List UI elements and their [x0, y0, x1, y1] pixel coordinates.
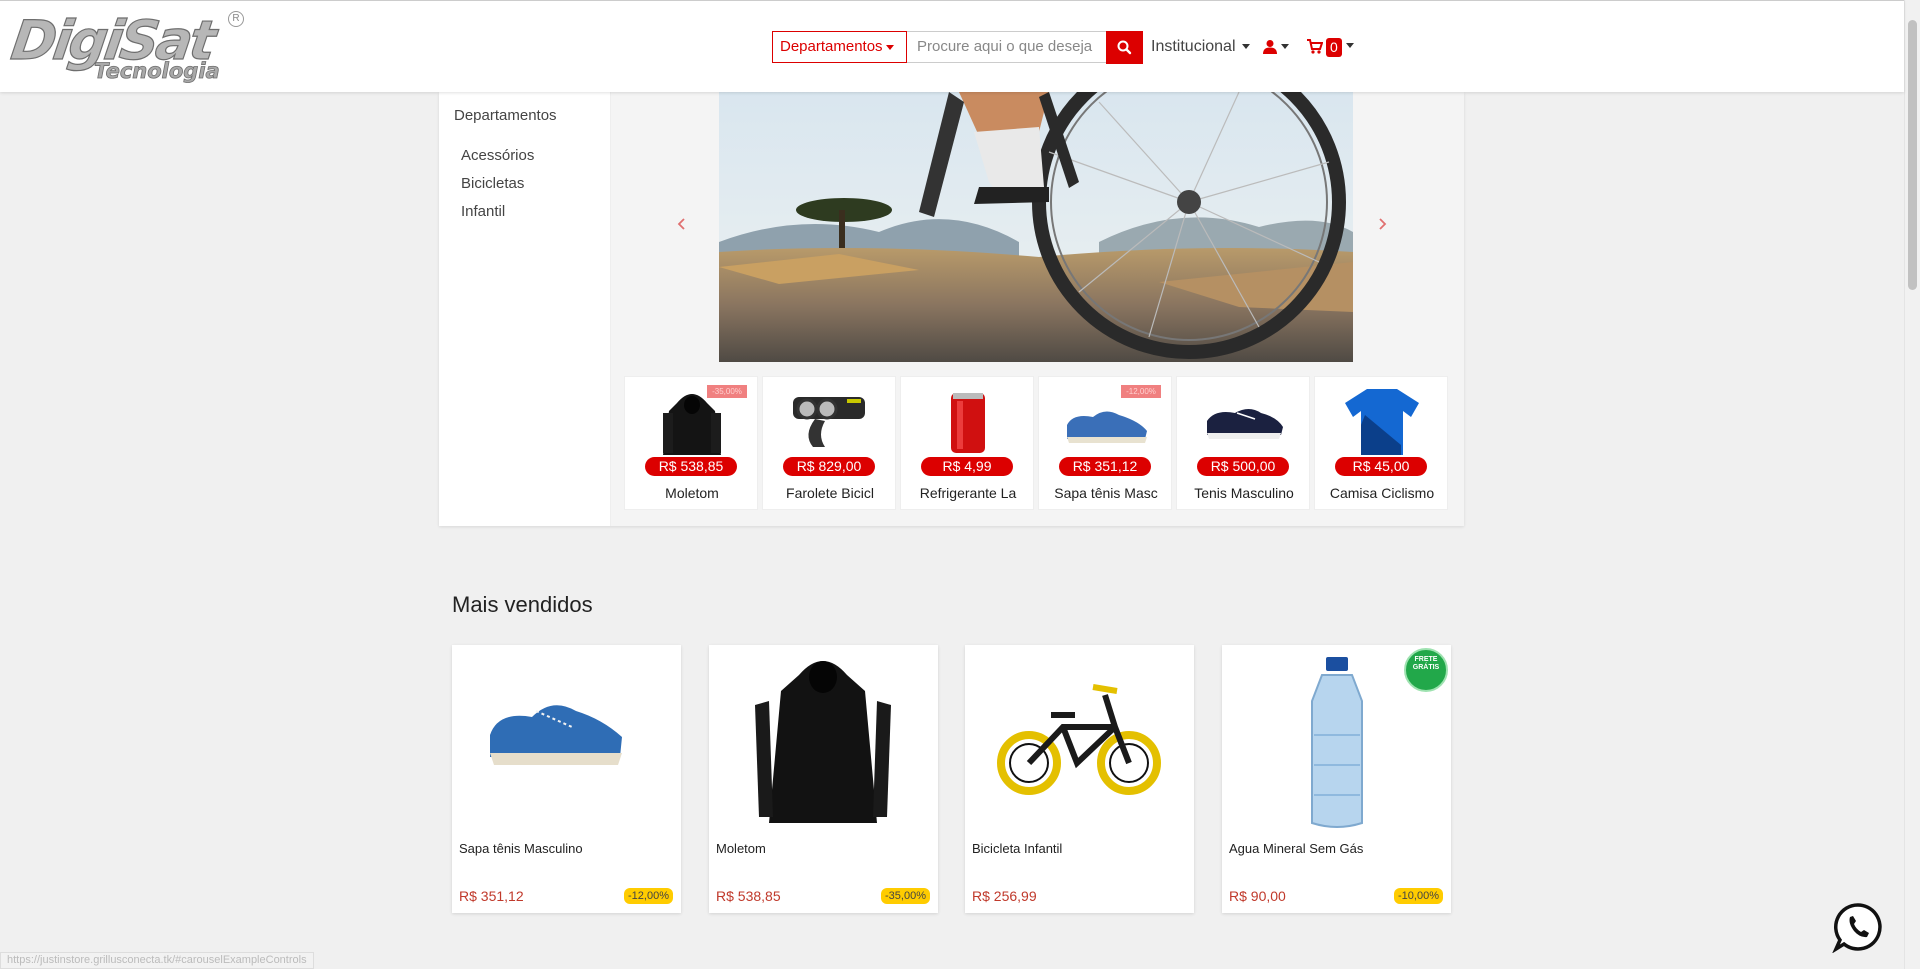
user-icon — [1263, 40, 1277, 54]
sidebar-item-bicicletas[interactable]: Bicicletas — [461, 175, 524, 192]
cart-count-badge: 0 — [1326, 38, 1342, 57]
product-name: Tenis Masculino — [1194, 485, 1294, 501]
search-placeholder: Procure aqui o que deseja — [917, 38, 1093, 55]
user-menu[interactable] — [1263, 39, 1289, 60]
product-image — [951, 393, 985, 453]
product-image — [1345, 389, 1419, 455]
product-price: R$ 351,12 — [459, 888, 524, 904]
sidebar-item-infantil[interactable]: Infantil — [461, 203, 505, 220]
search-button[interactable] — [1106, 31, 1143, 64]
product-price: R$ 351,12 — [1059, 457, 1151, 476]
product-name: Moletom — [716, 841, 766, 856]
carousel-product-card[interactable]: R$ 45,00 Camisa Ciclismo — [1314, 376, 1448, 510]
product-name: Camisa Ciclismo — [1329, 485, 1435, 501]
carousel-next-icon[interactable] — [1375, 217, 1389, 231]
product-card[interactable]: FRETE GRÁTIS Agua Mineral Sem Gás R$ 90,… — [1222, 645, 1451, 913]
sidebar-item-acessorios[interactable]: Acessórios — [461, 147, 534, 164]
departments-sidebar: Departamentos Acessórios Bicicletas Infa… — [439, 92, 611, 526]
logo-subtext: Tecnologia — [94, 59, 221, 84]
product-price: R$ 90,00 — [1229, 888, 1286, 904]
scrollbar-thumb[interactable] — [1908, 20, 1917, 290]
product-image — [755, 661, 891, 823]
carousel-prev-icon[interactable] — [675, 217, 689, 231]
departments-label: Departamentos — [780, 38, 883, 55]
search-input[interactable]: Procure aqui o que deseja — [907, 31, 1107, 63]
product-name: Sapa tênis Masculino — [459, 841, 583, 856]
digisat-logo[interactable]: DigiSat Tecnologia R — [7, 8, 244, 87]
product-image — [1207, 409, 1283, 439]
product-image — [997, 684, 1161, 795]
caret-down-icon — [1281, 44, 1289, 49]
carousel-product-card[interactable]: R$ 4,99 Refrigerante La — [900, 376, 1034, 510]
carousel-banner-image[interactable] — [719, 92, 1353, 362]
discount-badge: -12,00% — [624, 888, 673, 904]
carousel-product-card[interactable]: R$ 829,00 Farolete Bicicl — [762, 376, 896, 510]
carousel-product-card[interactable]: -35,00% R$ 538,85 Moletom — [624, 376, 758, 510]
product-price: R$ 4,99 — [921, 457, 1013, 476]
product-card[interactable]: Bicicleta Infantil R$ 256,99 — [965, 645, 1194, 913]
product-name: Sapa tênis Masc — [1054, 485, 1158, 501]
product-image — [793, 397, 865, 447]
discount-badge: -10,00% — [1394, 888, 1443, 904]
search-icon — [1117, 40, 1132, 55]
top-navbar: DigiSat Tecnologia R Departamentos Procu… — [0, 0, 1904, 92]
caret-down-icon — [885, 44, 894, 50]
browser-status-url: https://justinstore.grillusconecta.tk/#c… — [0, 952, 314, 969]
product-price: R$ 45,00 — [1335, 457, 1427, 476]
hero-panel: Departamentos Acessórios Bicicletas Infa… — [439, 92, 1464, 526]
cart-button[interactable] — [1307, 39, 1324, 59]
caret-down-icon[interactable] — [1346, 43, 1354, 48]
product-image — [490, 705, 622, 765]
free-shipping-badge: FRETE GRÁTIS — [1404, 648, 1448, 692]
institutional-dropdown[interactable]: Institucional — [1151, 38, 1250, 56]
carousel-product-card[interactable]: R$ 500,00 Tenis Masculino — [1176, 376, 1310, 510]
page-scrollbar[interactable] — [1904, 0, 1920, 969]
departments-dropdown-button[interactable]: Departamentos — [772, 31, 907, 63]
discount-badge: -12,00% — [1121, 385, 1161, 398]
cart-icon — [1307, 39, 1324, 54]
product-price: R$ 256,99 — [972, 888, 1037, 904]
registered-icon: R — [228, 11, 244, 27]
whatsapp-icon[interactable] — [1832, 901, 1884, 953]
caret-down-icon — [1241, 44, 1250, 50]
discount-badge: -35,00% — [707, 385, 747, 398]
carousel-product-card[interactable]: -12,00% R$ 351,12 Sapa tênis Masc — [1038, 376, 1172, 510]
carousel-area: -35,00% R$ 538,85 Moletom R$ 829,00 Faro… — [611, 92, 1464, 526]
product-card[interactable]: Moletom R$ 538,85 -35,00% — [709, 645, 938, 913]
product-card[interactable]: Sapa tênis Masculino R$ 351,12 -12,00% — [452, 645, 681, 913]
product-price: R$ 829,00 — [783, 457, 875, 476]
sidebar-title: Departamentos — [454, 107, 557, 124]
product-name: Farolete Bicicl — [786, 485, 874, 501]
product-price: R$ 538,85 — [645, 457, 737, 476]
section-title-best-sellers: Mais vendidos — [452, 592, 593, 617]
product-name: Bicicleta Infantil — [972, 841, 1063, 856]
product-thumbnails-strip: -35,00% R$ 538,85 Moletom R$ 829,00 Faro… — [624, 376, 1452, 511]
product-name: Moletom — [665, 485, 719, 501]
product-price: R$ 500,00 — [1197, 457, 1289, 476]
product-name: Agua Mineral Sem Gás — [1229, 841, 1364, 856]
product-price: R$ 538,85 — [716, 888, 781, 904]
institutional-label: Institucional — [1151, 38, 1236, 55]
discount-badge: -35,00% — [881, 888, 930, 904]
product-name: Refrigerante La — [919, 485, 1017, 501]
